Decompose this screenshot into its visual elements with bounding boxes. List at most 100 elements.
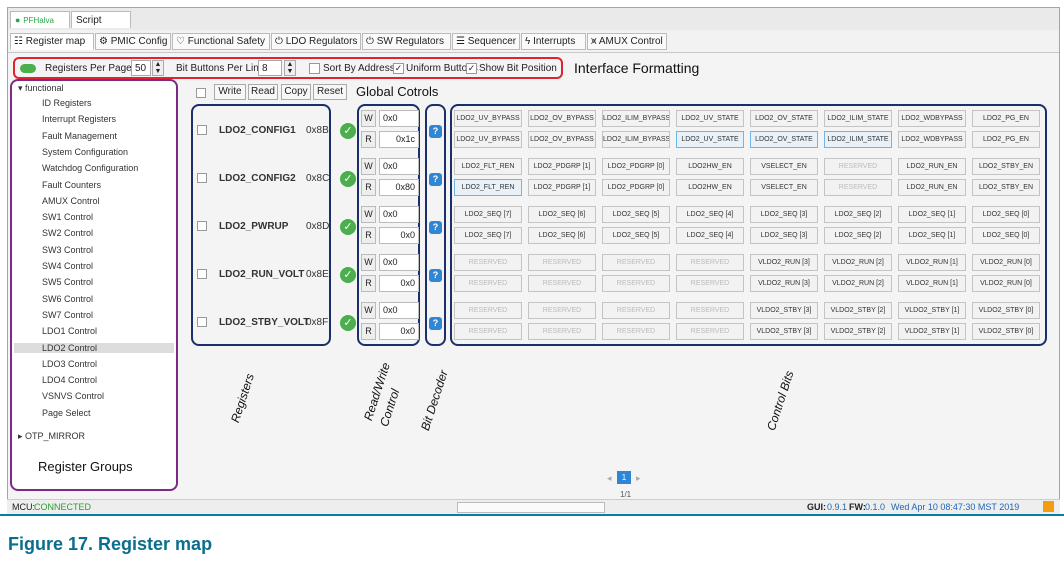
- tree-item[interactable]: ID Registers: [42, 98, 92, 108]
- show-bit-position-checkbox[interactable]: ✓: [466, 63, 477, 74]
- tree-item[interactable]: SW4 Control: [42, 261, 93, 271]
- write-label[interactable]: W: [361, 302, 376, 319]
- bit-button-read[interactable]: VLDO2_STBY [2]: [824, 323, 892, 340]
- tab-ldo-regulators[interactable]: ⏻ LDO Regulators: [271, 33, 361, 50]
- write-value-input[interactable]: 0x0: [379, 110, 419, 127]
- bit-button-read[interactable]: LDO2_RUN_EN: [898, 179, 966, 196]
- bit-button-read[interactable]: LDO2_UV_BYPASS: [454, 131, 522, 148]
- bit-button-read[interactable]: VLDO2_STBY [3]: [750, 323, 818, 340]
- tree-item[interactable]: Page Select: [42, 408, 91, 418]
- tree-item[interactable]: LDO4 Control: [42, 375, 97, 385]
- write-label[interactable]: W: [361, 158, 376, 175]
- tree-item[interactable]: SW5 Control: [42, 277, 93, 287]
- bit-button-write[interactable]: RESERVED: [454, 254, 522, 271]
- write-button[interactable]: Write: [214, 84, 246, 100]
- copy-button[interactable]: Copy: [281, 84, 311, 100]
- bit-button-write[interactable]: LDO2_SEQ [7]: [454, 206, 522, 223]
- tab-pmic-config[interactable]: ⚙ PMIC Config: [95, 33, 171, 50]
- bit-decoder-icon[interactable]: ?: [429, 269, 442, 282]
- read-label[interactable]: R: [361, 323, 376, 340]
- tree-item[interactable]: SW6 Control: [42, 294, 93, 304]
- register-select-checkbox[interactable]: [197, 221, 207, 231]
- bit-button-write[interactable]: LDO2_FLT_REN: [454, 158, 522, 175]
- bit-button-read[interactable]: LDO2_ILIM_BYPASS: [602, 131, 670, 148]
- bit-button-write[interactable]: VLDO2_STBY [0]: [972, 302, 1040, 319]
- bit-button-write[interactable]: RESERVED: [454, 302, 522, 319]
- tab-amux-control[interactable]: ⩙ AMUX Control: [587, 33, 667, 50]
- bit-button-write[interactable]: RESERVED: [528, 302, 596, 319]
- bit-button-write[interactable]: VLDO2_RUN [0]: [972, 254, 1040, 271]
- bit-button-read[interactable]: LDO2_OV_STATE: [750, 131, 818, 148]
- bit-button-read[interactable]: LDO2_WDBYPASS: [898, 131, 966, 148]
- next-page-icon[interactable]: ▸: [636, 473, 641, 484]
- toggle-icon[interactable]: [20, 64, 36, 73]
- bit-button-read[interactable]: LDO2_PDGRP [1]: [528, 179, 596, 196]
- uniform-buttons-checkbox[interactable]: ✓: [393, 63, 404, 74]
- registers-per-page-input[interactable]: 50: [131, 60, 151, 76]
- tab-interrupts[interactable]: ϟ Interrupts: [521, 33, 586, 50]
- read-label[interactable]: R: [361, 131, 376, 148]
- tab-sequencer[interactable]: ☰ Sequencer: [452, 33, 520, 50]
- tab-sw-regulators[interactable]: ⏻ SW Regulators: [362, 33, 451, 50]
- bit-button-write[interactable]: VLDO2_RUN [1]: [898, 254, 966, 271]
- write-value-input[interactable]: 0x0: [379, 302, 419, 319]
- tree-item[interactable]: VSNVS Control: [42, 391, 104, 401]
- bit-button-write[interactable]: RESERVED: [602, 254, 670, 271]
- tree-item[interactable]: SW7 Control: [42, 310, 93, 320]
- register-select-checkbox[interactable]: [197, 269, 207, 279]
- bit-button-read[interactable]: VLDO2_RUN [1]: [898, 275, 966, 292]
- bit-button-write[interactable]: LDO2_SEQ [5]: [602, 206, 670, 223]
- bit-button-write[interactable]: LDO2_ILIM_STATE: [824, 110, 892, 127]
- bit-button-read[interactable]: LDO2_SEQ [7]: [454, 227, 522, 244]
- bit-button-read[interactable]: LDO2_ILIM_STATE: [824, 131, 892, 148]
- write-label[interactable]: W: [361, 110, 376, 127]
- bit-button-write[interactable]: RESERVED: [676, 302, 744, 319]
- read-label[interactable]: R: [361, 275, 376, 292]
- bit-button-write[interactable]: LDO2_PDGRP [1]: [528, 158, 596, 175]
- bit-decoder-icon[interactable]: ?: [429, 125, 442, 138]
- bit-button-write[interactable]: LDO2_ILIM_BYPASS: [602, 110, 670, 127]
- bit-button-read[interactable]: LDO2_FLT_REN: [454, 179, 522, 196]
- tree-item[interactable]: AMUX Control: [42, 196, 100, 206]
- bit-decoder-icon[interactable]: ?: [429, 317, 442, 330]
- bit-button-write[interactable]: RESERVED: [528, 254, 596, 271]
- bit-button-read[interactable]: RESERVED: [676, 275, 744, 292]
- app-tab-pfhalva[interactable]: ● PFHalva: [10, 11, 70, 28]
- write-value-input[interactable]: 0x0: [379, 206, 419, 223]
- write-label[interactable]: W: [361, 254, 376, 271]
- bit-button-read[interactable]: LDO2_SEQ [3]: [750, 227, 818, 244]
- bit-button-write[interactable]: VLDO2_STBY [2]: [824, 302, 892, 319]
- bit-button-write[interactable]: VLDO2_RUN [2]: [824, 254, 892, 271]
- bit-button-write[interactable]: RESERVED: [602, 302, 670, 319]
- tree-item[interactable]: SW3 Control: [42, 245, 93, 255]
- tree-group-functional[interactable]: ▾ functional: [18, 83, 64, 94]
- bit-button-write[interactable]: LDO2_RUN_EN: [898, 158, 966, 175]
- bit-button-write[interactable]: VSELECT_EN: [750, 158, 818, 175]
- page-button[interactable]: 1: [617, 471, 631, 484]
- bit-button-read[interactable]: LDO2_UV_STATE: [676, 131, 744, 148]
- bit-button-write[interactable]: LDO2_SEQ [2]: [824, 206, 892, 223]
- bit-button-write[interactable]: LDO2_WDBYPASS: [898, 110, 966, 127]
- bit-button-write[interactable]: LDO2_OV_STATE: [750, 110, 818, 127]
- bit-button-write[interactable]: LDO2_SEQ [3]: [750, 206, 818, 223]
- prev-page-icon[interactable]: ◂: [607, 473, 612, 484]
- bit-button-read[interactable]: RESERVED: [528, 275, 596, 292]
- bit-decoder-icon[interactable]: ?: [429, 221, 442, 234]
- read-label[interactable]: R: [361, 227, 376, 244]
- bit-button-read[interactable]: LDO2_PG_EN: [972, 131, 1040, 148]
- bit-button-read[interactable]: VLDO2_STBY [1]: [898, 323, 966, 340]
- bit-button-read[interactable]: RESERVED: [824, 179, 892, 196]
- bit-decoder-icon[interactable]: ?: [429, 173, 442, 186]
- bit-button-write[interactable]: LDO2_UV_STATE: [676, 110, 744, 127]
- bit-button-write[interactable]: LDO2_SEQ [0]: [972, 206, 1040, 223]
- bit-button-write[interactable]: LDO2_SEQ [6]: [528, 206, 596, 223]
- tree-item[interactable]: System Configuration: [42, 147, 128, 157]
- bit-button-read[interactable]: LDO2_SEQ [4]: [676, 227, 744, 244]
- write-value-input[interactable]: 0x0: [379, 254, 419, 271]
- tree-item[interactable]: LDO2 Control: [14, 342, 174, 353]
- registers-per-page-spinner[interactable]: ▲ ▼: [152, 60, 164, 76]
- tree-item[interactable]: Fault Counters: [42, 180, 101, 190]
- read-button[interactable]: Read: [248, 84, 278, 100]
- register-select-checkbox[interactable]: [197, 317, 207, 327]
- bit-button-read[interactable]: RESERVED: [528, 323, 596, 340]
